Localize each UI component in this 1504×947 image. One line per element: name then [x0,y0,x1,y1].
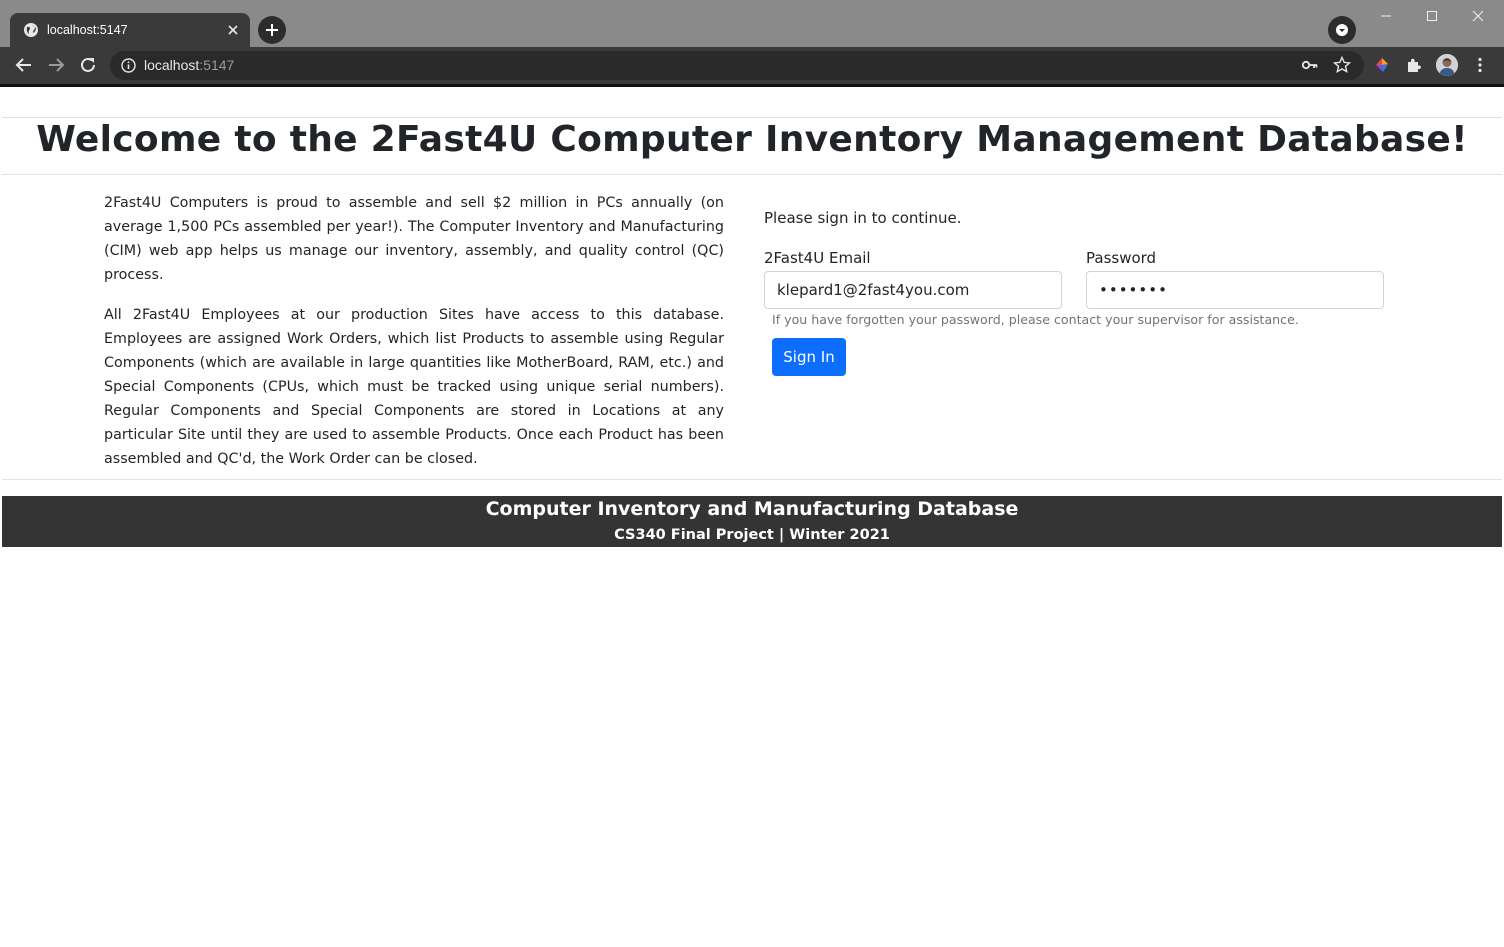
profile-avatar-icon [1436,54,1458,76]
email-field[interactable] [764,271,1062,309]
password-help-text: If you have forgotten your password, ple… [772,312,1299,327]
globe-icon [24,23,38,37]
reload-button[interactable] [78,55,98,75]
info-icon[interactable] [121,58,136,73]
page-title: Welcome to the 2Fast4U Computer Inventor… [36,119,1468,160]
password-label: Password [1086,249,1157,267]
browser-tab[interactable]: localhost:5147 [10,13,250,47]
extension-icon [1376,58,1388,72]
more-vert-icon [1478,57,1482,73]
avatar[interactable] [1436,54,1458,76]
tab-strip: localhost:5147 [0,0,1504,47]
minimize-icon [1381,15,1391,17]
footer-subtitle: CS340 Final Project | Winter 2021 [614,527,890,543]
tab-search-button[interactable] [1328,16,1356,44]
password-field[interactable] [1086,271,1384,309]
extension-button[interactable] [1372,55,1392,75]
divider [2,117,1502,118]
close-icon[interactable] [227,24,239,36]
extensions-menu-button[interactable] [1404,55,1424,75]
close-window-icon [1472,10,1484,22]
back-button[interactable] [14,55,34,75]
plus-icon [266,24,278,36]
bookmark-button[interactable] [1332,55,1352,75]
minimize-button[interactable] [1376,6,1396,26]
intro-text: 2Fast4U Computers is proud to assemble a… [104,191,724,487]
signin-prompt: Please sign in to continue. [764,209,962,227]
close-window-button[interactable] [1468,6,1488,26]
intro-paragraph: 2Fast4U Computers is proud to assemble a… [104,195,724,283]
forward-button[interactable] [46,55,66,75]
url-text: localhost:5147 [144,57,235,73]
reload-icon [81,57,95,72]
puzzle-icon [1408,58,1421,72]
divider [2,479,1502,480]
footer: Computer Inventory and Manufacturing Dat… [2,496,1502,547]
browser-menu-button[interactable] [1470,55,1490,75]
maximize-button[interactable] [1422,6,1442,26]
chevron-down-icon [1336,24,1348,36]
back-icon [15,58,31,72]
forward-icon [49,58,65,72]
star-icon [1333,56,1351,74]
intro-paragraph: All 2Fast4U Employees at our production … [104,307,724,467]
footer-title: Computer Inventory and Manufacturing Dat… [485,498,1019,520]
new-tab-button[interactable] [258,16,286,44]
tab-title: localhost:5147 [47,23,128,37]
email-label: 2Fast4U Email [764,249,871,267]
page-content: Welcome to the 2Fast4U Computer Inventor… [2,87,1502,947]
sign-in-button[interactable]: Sign In [772,338,846,376]
divider [2,174,1502,175]
browser-toolbar: localhost:5147 [0,47,1504,87]
passwords-button[interactable] [1300,55,1320,75]
maximize-icon [1427,11,1437,21]
address-bar[interactable]: localhost:5147 [110,51,1364,80]
key-icon [1301,60,1318,70]
